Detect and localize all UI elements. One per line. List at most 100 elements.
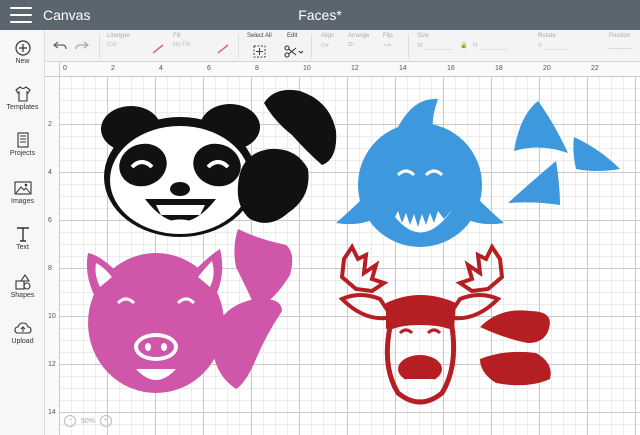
ruler-left-label: 12 (48, 361, 56, 368)
ruler-top-label: 2 (111, 65, 115, 72)
position-fields (609, 42, 631, 49)
ruler-corner (45, 62, 60, 77)
zoom-out-button[interactable]: − (64, 415, 76, 427)
sidebar-item-label: Upload (11, 338, 34, 345)
moose-ear-pieces[interactable] (480, 310, 551, 386)
panda-face[interactable] (101, 104, 260, 237)
sidebar-item-label: Shapes (10, 292, 35, 299)
linetype-swatch-icon[interactable] (152, 44, 164, 54)
ruler-left-label: 2 (48, 121, 52, 128)
sidebar-item-shapes[interactable]: Shapes (0, 274, 45, 299)
shirt-icon (14, 86, 31, 102)
size-w-label: W (417, 43, 423, 49)
rotate-control[interactable]: Rotate ↻ (538, 33, 569, 50)
sidebar-item-projects[interactable]: Projects (0, 132, 45, 157)
ruler-top-label: 6 (207, 65, 211, 72)
edit-toolbar: Linetype Cut Fill No Fill Select All Edi… (45, 30, 640, 62)
arrange-control[interactable]: Arrange ⧉▾ (348, 33, 369, 49)
select-all-button[interactable]: Select All (247, 33, 272, 39)
ruler-top-label: 12 (351, 65, 359, 72)
pig-ear-pieces[interactable] (212, 229, 293, 389)
sidebar-item-label: Templates (6, 104, 39, 111)
horizontal-ruler: 0 2 4 6 8 10 12 14 16 18 20 22 (60, 62, 640, 77)
size-h-label: H (473, 43, 478, 49)
sidebar-item-images[interactable]: Images (0, 180, 45, 205)
image-icon (13, 181, 32, 195)
sidebar-item-label: New (15, 58, 30, 65)
ruler-left-label: 14 (48, 409, 56, 416)
linetype-value: Cut (107, 42, 117, 48)
align-label: Align (321, 33, 335, 39)
position-control[interactable]: Position (609, 33, 631, 49)
size-fields: W 🔒 H (417, 42, 508, 50)
toolbar-divider (99, 34, 100, 58)
toolbar-divider (311, 34, 312, 58)
ruler-left-label: 4 (48, 169, 52, 176)
undo-icon[interactable] (53, 40, 67, 52)
ruler-top-label: 8 (255, 65, 259, 72)
size-control[interactable]: Size W 🔒 H (417, 33, 508, 50)
ruler-top-label: 14 (399, 65, 407, 72)
sidebar-item-label: Images (11, 198, 34, 205)
sidebar-item-new[interactable]: New (0, 40, 45, 65)
align-control[interactable]: Align ⊟▾ (321, 33, 334, 49)
ruler-left-label: 10 (48, 313, 56, 320)
arrange-label: Arrange (348, 33, 370, 39)
select-all-label: Select All (247, 33, 272, 39)
plus-circle-icon (14, 40, 31, 56)
arrange-icon: ⧉▾ (348, 42, 355, 48)
width-input[interactable] (424, 43, 453, 50)
align-icon: ⊟▾ (321, 43, 330, 49)
scissors-icon (284, 45, 304, 58)
vertical-ruler: 2 4 6 8 10 12 14 (45, 77, 60, 435)
redo-icon[interactable] (75, 40, 89, 52)
linetype-label: Linetype (107, 33, 130, 39)
edit-button[interactable]: Edit (287, 33, 297, 39)
sidebar-item-label: Text (16, 244, 29, 251)
size-label: Size (417, 33, 429, 39)
sidebar-item-label: Projects (9, 150, 36, 157)
shapes-icon (14, 274, 31, 290)
fill-swatch-icon[interactable] (217, 44, 229, 54)
left-sidebar: New Templates Projects Images Text Shape… (0, 30, 45, 435)
fill-control[interactable]: Fill No Fill (173, 33, 190, 48)
rotate-fields: ↻ (538, 42, 569, 50)
sidebar-item-text[interactable]: Text (0, 226, 45, 251)
lock-icon[interactable]: 🔒 (460, 43, 467, 49)
ruler-left-label: 6 (48, 217, 52, 224)
flip-control[interactable]: Flip ⇋▾ (383, 33, 393, 49)
linetype-control[interactable]: Linetype Cut (107, 33, 130, 48)
top-bar: Canvas Faces* (0, 0, 640, 30)
zoom-in-button[interactable]: + (99, 415, 112, 427)
flip-icon: ⇋▾ (383, 43, 392, 49)
shark-face[interactable] (336, 98, 504, 247)
ruler-top-label: 0 (63, 65, 67, 72)
ruler-top-label: 22 (591, 65, 599, 72)
pig-face[interactable] (86, 249, 224, 393)
fill-value: No Fill (173, 42, 191, 48)
rotate-label: Rotate (538, 33, 556, 39)
edit-label: Edit (287, 33, 298, 39)
shark-fin-pieces[interactable] (508, 101, 620, 205)
height-input[interactable] (479, 43, 508, 50)
design-canvas[interactable] (60, 77, 640, 435)
document-title: Faces* (298, 7, 342, 23)
zoom-control: − 50% + (64, 415, 112, 427)
sidebar-item-upload[interactable]: Upload (0, 320, 45, 345)
cloud-upload-icon (13, 322, 32, 334)
zoom-level: 50% (80, 417, 95, 425)
position-x-input[interactable] (609, 42, 631, 49)
projects-icon (16, 132, 29, 148)
sidebar-item-templates[interactable]: Templates (0, 86, 45, 111)
ruler-top-label: 18 (495, 65, 503, 72)
ruler-top-label: 20 (543, 65, 551, 72)
flip-label: Flip (383, 33, 393, 39)
rotate-input[interactable] (544, 43, 569, 50)
ruler-left-label: 8 (48, 265, 52, 272)
position-label: Position (609, 33, 631, 39)
ruler-top-label: 16 (447, 65, 455, 72)
toolbar-divider (408, 34, 409, 58)
moose-face[interactable] (338, 243, 505, 405)
toolbar-divider (238, 34, 239, 58)
panda-ears-pieces[interactable] (237, 89, 337, 223)
